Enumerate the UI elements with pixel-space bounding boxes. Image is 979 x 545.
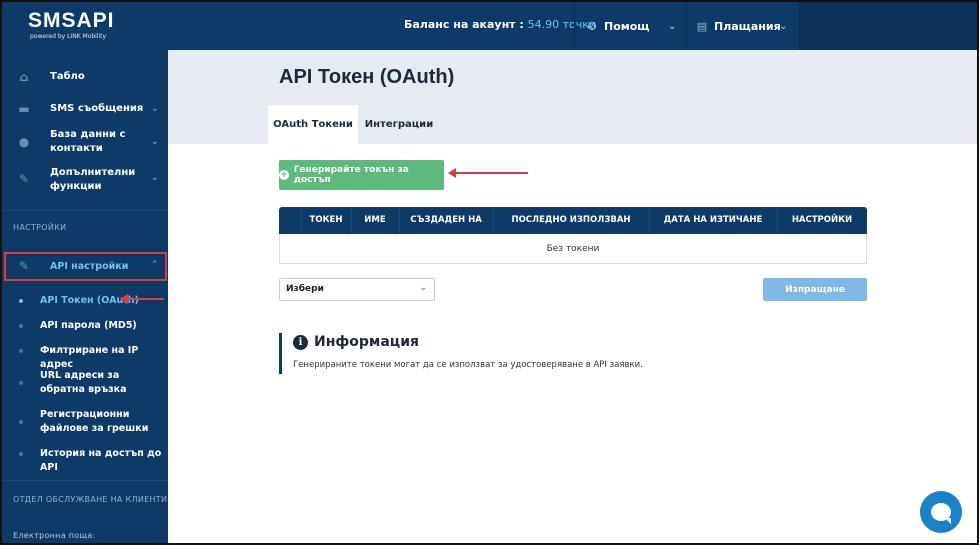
generate-token-label: Генерирайте токън за достъп — [293, 165, 409, 185]
column-header-expiry[interactable]: ДАТА НА ИЗТИЧАНЕ — [649, 207, 777, 234]
info-text: Генерираните токени могат да се използва… — [293, 360, 643, 370]
sidebar-item-label: Допълнителни функции — [50, 167, 136, 192]
top-bar: SMSAPI powered by LINK Mobility Баланс н… — [2, 2, 977, 50]
sidebar-subitem-label: Регистрационни файлове за грешки — [40, 409, 149, 434]
contacts-icon: ● — [18, 135, 30, 149]
help-menu[interactable]: ✪ Помощ ⌄ — [586, 2, 686, 50]
chevron-down-icon: ⌄ — [151, 137, 159, 147]
chat-widget-button[interactable] — [920, 491, 962, 533]
bullet-icon — [19, 324, 23, 328]
sidebar-subitem-error-logs[interactable]: Регистрационни файлове за грешки — [2, 408, 168, 436]
chevron-down-icon: ⌄ — [668, 20, 677, 32]
sidebar-subitem-label: История на достъп до API — [40, 448, 162, 473]
sidebar-item-dashboard[interactable]: ⌂ Табло — [2, 70, 168, 84]
chevron-down-icon: ⌄ — [419, 283, 427, 293]
bullet-icon — [19, 420, 23, 424]
info-panel: i Информация Генерираните токени могат д… — [279, 333, 699, 374]
chat-icon: ▬ — [18, 102, 30, 116]
sidebar-item-label: API настройки — [50, 261, 129, 272]
help-label: Помощ — [604, 19, 650, 33]
send-button[interactable]: Изпращане — [763, 278, 867, 301]
arrow-head-icon — [448, 168, 456, 178]
sidebar-subitem-label: Филтриране на IP адрес — [40, 345, 139, 370]
arrow-head-icon — [120, 294, 128, 304]
top-separator — [686, 2, 687, 50]
logo-subtitle: powered by LINK Mobility — [30, 33, 107, 40]
annotation-arrow — [448, 168, 528, 178]
logo-text: SMSAPI — [28, 9, 115, 32]
sidebar-subitem-label: URL адреси за обратна връзка — [40, 370, 127, 395]
sidebar-item-api-settings[interactable]: ✎ API настройки ⌃ — [4, 252, 167, 281]
sidebar-item-extra-features[interactable]: ✎ Допълнителни функции ⌄ — [2, 165, 168, 195]
payments-menu[interactable]: ▤ Плащания ⌄ — [696, 2, 796, 50]
generate-token-button[interactable]: + Генерирайте токън за достъп — [279, 160, 444, 190]
chat-bubble-icon — [931, 503, 951, 524]
info-icon: i — [293, 334, 308, 350]
sidebar-subitem-label: API парола (MD5) — [40, 320, 137, 331]
tokens-table: ТОКЕН ИМЕ СЪЗДАДЕН НА ПОСЛЕДНО ИЗПОЛЗВАН… — [279, 207, 867, 264]
support-section-label: ОТДЕЛ ОБСЛУЖВАНЕ НА КЛИЕНТИ — [13, 495, 168, 504]
column-header-last-used[interactable]: ПОСЛЕДНО ИЗПОЛЗВАН — [493, 207, 649, 234]
lifebuoy-icon: ✪ — [587, 19, 597, 33]
chevron-up-icon: ⌃ — [151, 260, 159, 270]
email-label: Електронна поща: — [13, 531, 96, 540]
tab-integrations[interactable]: Интеграции — [358, 105, 440, 144]
sidebar-divider — [2, 210, 168, 211]
sidebar-subitem-api-password[interactable]: API парола (MD5) — [2, 319, 168, 333]
plus-circle-icon: + — [279, 170, 289, 180]
chevron-down-icon: ⌄ — [151, 173, 159, 183]
bullet-icon — [19, 349, 23, 353]
bullet-icon — [19, 299, 23, 303]
wrench-icon: ✎ — [19, 259, 30, 273]
sidebar-subitem-api-token[interactable]: API Токен (OAuth) — [2, 294, 168, 308]
sidebar-item-label: SMS съобщения — [50, 103, 144, 114]
chevron-down-icon: ⌄ — [151, 104, 159, 114]
account-balance: Баланс на акаунт : 54.90 точки — [404, 18, 596, 31]
home-icon: ⌂ — [19, 70, 29, 84]
table-header: ТОКЕН ИМЕ СЪЗДАДЕН НА ПОСЛЕДНО ИЗПОЛЗВАН… — [279, 207, 867, 234]
sidebar-subitem-ip-filter[interactable]: Филтриране на IP адрес — [2, 344, 168, 370]
bullet-icon — [19, 452, 23, 456]
page-title: API Токен (OAuth) — [279, 66, 455, 88]
top-separator — [574, 2, 575, 50]
bulk-action-select[interactable]: Избери ⌄ — [279, 278, 435, 301]
sidebar-subitem-access-history[interactable]: История на достъп до API — [2, 447, 168, 473]
column-header-created[interactable]: СЪЗДАДЕН НА — [399, 207, 493, 234]
sidebar-subitem-callback-urls[interactable]: URL адреси за обратна връзка — [2, 369, 168, 397]
column-header-settings: НАСТРОЙКИ — [791, 215, 853, 225]
sidebar-divider — [2, 480, 168, 481]
settings-section-label: НАСТРОЙКИ — [13, 223, 67, 232]
sidebar-item-contacts[interactable]: ● База данни с контакти ⌄ — [2, 129, 168, 154]
sidebar-item-label: Табло — [50, 71, 85, 82]
wrench-icon: ✎ — [18, 172, 30, 186]
logo[interactable]: SMSAPI powered by LINK Mobility — [28, 9, 115, 41]
info-title: i Информация — [293, 334, 419, 350]
empty-table-text: Без токени — [546, 243, 600, 254]
top-bar-right — [798, 2, 977, 50]
app-window: SMSAPI powered by LINK Mobility Баланс н… — [0, 0, 979, 545]
payments-label: Плащания — [714, 19, 781, 33]
tab-oauth-tokens[interactable]: OAuth Токени — [268, 105, 358, 144]
info-title-text: Информация — [314, 334, 419, 350]
bullet-icon — [19, 381, 23, 385]
chevron-down-icon: ⌄ — [779, 20, 788, 32]
column-header-name[interactable]: ИМЕ — [351, 207, 399, 234]
column-header-select — [279, 207, 301, 234]
select-value: Избери — [286, 284, 324, 294]
wallet-icon: ▤ — [696, 19, 708, 33]
balance-label: Баланс на акаунт : — [404, 18, 524, 31]
column-header-token[interactable]: ТОКЕН — [301, 207, 351, 234]
sidebar-item-sms[interactable]: ▬ SMS съобщения ⌄ — [2, 102, 168, 116]
table-empty-row: Без токени — [279, 234, 867, 264]
annotation-arrow — [120, 294, 164, 304]
